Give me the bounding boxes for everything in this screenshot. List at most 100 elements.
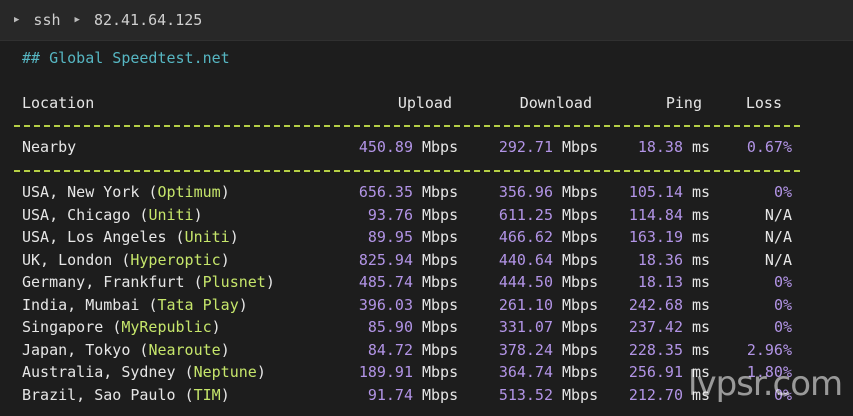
- download-value: 466.62: [498, 228, 553, 246]
- download-value: 513.52: [498, 385, 553, 404]
- upload-value: 396.03: [358, 295, 413, 314]
- download-unit: Mbps: [562, 273, 599, 291]
- isp-name: Tata Play: [157, 295, 239, 314]
- upload-value: 85.90: [367, 318, 413, 336]
- upload-unit: Mbps: [422, 340, 459, 359]
- paren-close: ): [220, 183, 230, 201]
- upload-unit: Mbps: [422, 183, 459, 201]
- header-loss: Loss: [745, 94, 782, 112]
- upload-unit: Mbps: [422, 385, 459, 404]
- download-unit: Mbps: [562, 363, 599, 381]
- ping-value: 18.13: [637, 273, 683, 291]
- upload-value: 84.72: [367, 340, 413, 359]
- isp-name: Nearoute: [148, 340, 221, 359]
- upload-value: 89.95: [367, 228, 413, 246]
- breadcrumb: ▶ ssh ▶ 82.41.64.125: [0, 11, 202, 29]
- upload-value: 189.91: [358, 363, 413, 381]
- loss-value: N/A: [764, 250, 792, 269]
- table-row: India, Mumbai (Tata Play) 396.03 Mbps 261.1…: [0, 294, 853, 316]
- upload-value: 93.76: [367, 205, 413, 224]
- city-name: Germany, Frankfurt: [22, 273, 194, 291]
- paren-open: (: [184, 363, 194, 381]
- loss-value: 2.96%: [746, 340, 792, 359]
- download-unit: Mbps: [562, 138, 599, 156]
- download-value: 292.71: [498, 138, 553, 156]
- upload-unit: Mbps: [422, 138, 459, 156]
- ping-unit: ms: [692, 295, 711, 314]
- download-value: 611.25: [498, 205, 553, 224]
- download-unit: Mbps: [562, 228, 599, 246]
- table-row: Singapore (MyRepublic) 85.90 Mbps 331.07 Mbp…: [0, 316, 853, 338]
- download-unit: Mbps: [562, 340, 599, 359]
- location-cell: UK, London (Hyperoptic): [22, 249, 230, 271]
- breadcrumb-item-ssh[interactable]: ssh: [33, 11, 60, 29]
- upload-value: 485.74: [358, 273, 413, 291]
- download-value: 261.10: [498, 295, 553, 314]
- table-row: USA, Chicago (Uniti) 93.76 Mbps 611.25 Mbps 1…: [0, 204, 853, 226]
- loss-value: 0%: [773, 295, 792, 314]
- download-value: 331.07: [498, 318, 553, 336]
- isp-name: MyRepublic: [121, 318, 212, 336]
- city-name: India, Mumbai: [22, 295, 149, 314]
- table-row: Japan, Tokyo (Nearoute) 84.72 Mbps 378.24 Mb…: [0, 339, 853, 361]
- city-name: USA, Los Angeles: [22, 228, 176, 246]
- download-value: 440.64: [498, 250, 553, 269]
- ping-unit: ms: [692, 228, 711, 246]
- chevron-right-icon: ▶: [74, 15, 80, 25]
- isp-name: Uniti: [184, 228, 230, 246]
- download-value: 356.96: [498, 183, 553, 201]
- paren-close: ): [211, 318, 221, 336]
- loss-value: N/A: [764, 205, 792, 224]
- isp-name: Uniti: [148, 205, 194, 224]
- header-upload: Upload: [397, 94, 452, 112]
- divider: [14, 170, 800, 172]
- download-unit: Mbps: [562, 295, 599, 314]
- location-cell: USA, Los Angeles (Uniti): [22, 226, 239, 248]
- breadcrumb-bar: ▶ ssh ▶ 82.41.64.125: [0, 0, 853, 41]
- paren-open: (: [175, 228, 185, 246]
- table-row: USA, Los Angeles (Uniti) 89.95 Mbps 466.62 M…: [0, 226, 853, 248]
- upload-unit: Mbps: [422, 363, 459, 381]
- nearby-row: Nearby 450.89 Mbps 292.71 Mbps 18.38 ms …: [0, 136, 853, 158]
- breadcrumb-item-host[interactable]: 82.41.64.125: [94, 11, 202, 29]
- ping-value: 242.68: [628, 295, 683, 314]
- watermark: lvpsr.com: [688, 364, 843, 404]
- loss-value: 0%: [773, 183, 792, 201]
- loss-value: 0%: [773, 318, 792, 336]
- city-name: Japan, Tokyo: [22, 340, 140, 359]
- upload-value: 825.94: [358, 250, 413, 269]
- chevron-right-icon: ▶: [14, 15, 20, 25]
- location-cell: Australia, Sydney (Neptune): [22, 361, 266, 383]
- upload-value: 450.89: [358, 138, 413, 156]
- ping-unit: ms: [692, 138, 711, 156]
- location-cell: Germany, Frankfurt (Plusnet): [22, 271, 275, 293]
- download-value: 444.50: [498, 273, 553, 291]
- ping-unit: ms: [692, 250, 711, 269]
- ping-value: 114.84: [628, 205, 683, 224]
- table-row: UK, London (Hyperoptic) 825.94 Mbps 440.64 M…: [0, 249, 853, 271]
- download-unit: Mbps: [562, 183, 599, 201]
- divider: [14, 125, 800, 127]
- download-value: 378.24: [498, 340, 553, 359]
- city-name: USA, New York: [22, 183, 149, 201]
- download-unit: Mbps: [562, 385, 599, 404]
- location-cell: USA, New York (Optimum): [22, 181, 230, 203]
- ping-value: 18.36: [637, 250, 683, 269]
- paren-open: (: [112, 318, 122, 336]
- download-unit: Mbps: [562, 318, 599, 336]
- paren-close: ): [265, 273, 275, 291]
- ping-value: 163.19: [628, 228, 683, 246]
- ping-value: 237.42: [628, 318, 683, 336]
- upload-value: 91.74: [367, 385, 413, 404]
- header-location: Location: [22, 94, 95, 112]
- location-cell: Japan, Tokyo (Nearoute): [22, 339, 230, 361]
- paren-close: ): [238, 295, 248, 314]
- location-cell: Singapore (MyRepublic): [22, 316, 221, 338]
- paren-close: ): [229, 228, 239, 246]
- upload-unit: Mbps: [422, 205, 459, 224]
- city-name: Singapore: [22, 318, 113, 336]
- paren-close: ): [193, 205, 203, 224]
- terminal-output[interactable]: ## Global Speedtest.net Location Upload …: [0, 40, 853, 416]
- paren-open: (: [184, 385, 194, 404]
- ping-value: 18.38: [637, 138, 683, 156]
